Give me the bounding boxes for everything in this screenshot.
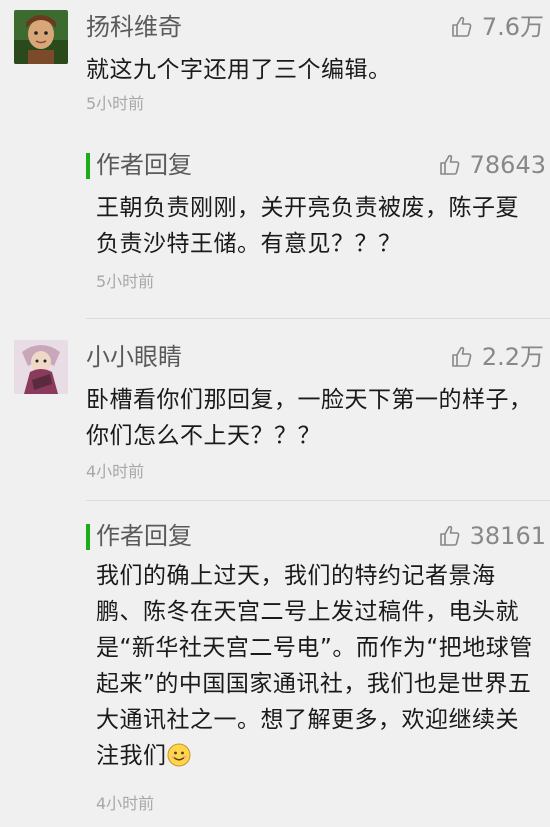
- username[interactable]: 小小眼睛: [86, 342, 182, 372]
- thumbs-up-icon: [439, 154, 460, 175]
- like-count: 2.2万: [481, 343, 544, 371]
- reply-text: 王朝负责刚刚，关开亮负责被废，陈子夏负责沙特王储。有意见？？？: [96, 195, 519, 257]
- reply-like-button[interactable]: 78643: [438, 150, 546, 180]
- reply-like-count: 38161: [469, 522, 546, 550]
- divider: [86, 500, 550, 501]
- divider: [86, 318, 550, 319]
- thumbs-up-icon: [452, 346, 472, 367]
- reply-indicator: [86, 524, 90, 550]
- comment-time: 5小时前: [86, 94, 145, 113]
- smiley-icon: [167, 743, 190, 767]
- username[interactable]: 扬科维奇: [86, 12, 182, 42]
- reply-like-count: 78643: [469, 151, 546, 179]
- like-button[interactable]: 7.6万: [450, 12, 544, 42]
- comment-item: 小小眼睛 2.2万 卧槽看你们那回复，一脸天下第一的样子，你们怎么不上天？？？ …: [0, 330, 550, 827]
- reply-title: 作者回复: [96, 151, 192, 179]
- reply-text-content: 我们的确上过天，我们的特约记者景海鹏、陈冬在天宫二号上发过稿件，电头就是“新华社…: [96, 563, 533, 769]
- comment-item: 扬科维奇 7.6万 就这九个字还用了三个编辑。 5小时前 作者回复 78643 …: [0, 0, 550, 300]
- reply-indicator: [86, 153, 90, 179]
- thumbs-up-icon: [452, 16, 472, 37]
- like-count: 7.6万: [481, 13, 544, 41]
- comment-text: 就这九个字还用了三个编辑。: [86, 57, 392, 83]
- comment-time: 4小时前: [86, 462, 145, 481]
- reply-text: 我们的确上过天，我们的特约记者景海鹏、陈冬在天宫二号上发过稿件，电头就是“新华社…: [96, 558, 542, 774]
- reply-time: 5小时前: [96, 272, 155, 291]
- thumbs-up-icon: [439, 525, 460, 546]
- avatar[interactable]: [14, 340, 68, 394]
- like-button[interactable]: 2.2万: [450, 342, 544, 372]
- avatar[interactable]: [14, 10, 68, 64]
- reply-time: 4小时前: [96, 794, 155, 813]
- reply-like-button[interactable]: 38161: [438, 521, 546, 551]
- reply-title: 作者回复: [96, 522, 192, 550]
- comment-text: 卧槽看你们那回复，一脸天下第一的样子，你们怎么不上天？？？: [86, 387, 533, 449]
